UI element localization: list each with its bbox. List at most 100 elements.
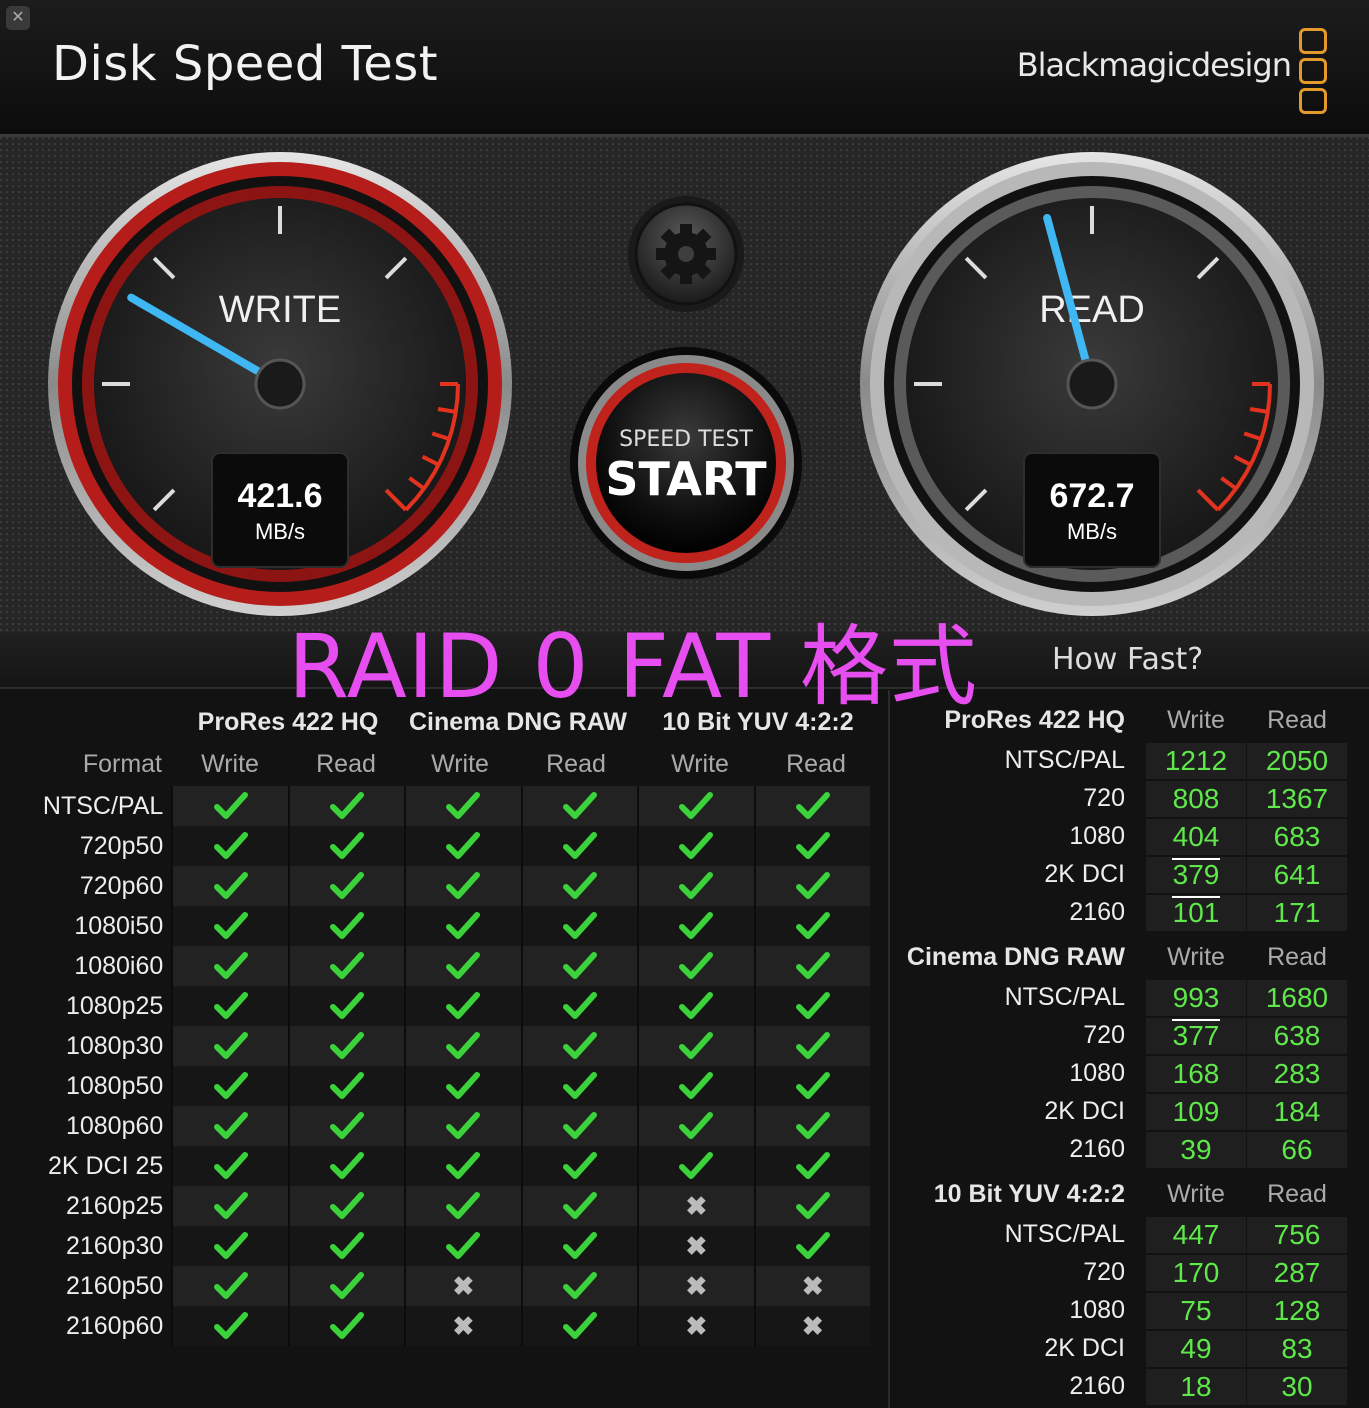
check-icon xyxy=(679,952,714,979)
table-cell xyxy=(171,1306,288,1346)
check-icon xyxy=(329,872,364,899)
table-cell xyxy=(404,1146,521,1186)
results-row-label: NTSC/PAL xyxy=(1004,746,1125,774)
results-read-value: 641 xyxy=(1247,857,1347,893)
row-format-label: 1080p50 xyxy=(65,1072,164,1100)
check-icon xyxy=(213,1192,248,1219)
subheader-write: Write xyxy=(671,750,729,778)
table-cell xyxy=(520,1226,638,1266)
row-format-label: 1080p30 xyxy=(65,1032,164,1060)
table-cell xyxy=(404,1226,521,1266)
table-cell xyxy=(753,1146,871,1186)
table-cell xyxy=(404,1106,521,1146)
check-icon xyxy=(213,872,248,899)
cross-icon: ✖ xyxy=(801,1270,824,1301)
table-cell xyxy=(520,1106,638,1146)
title-bar: ✕ Disk Speed Test Blackmagicdesign xyxy=(0,0,1369,137)
results-write-value: 404 xyxy=(1146,819,1246,855)
results-row-label: 2160 xyxy=(1069,1135,1125,1163)
check-icon xyxy=(213,792,248,819)
results-write-value: 49 xyxy=(1146,1331,1246,1367)
table-cell xyxy=(171,906,288,946)
cross-icon: ✖ xyxy=(685,1270,708,1301)
table-cell xyxy=(637,946,754,986)
results-write-value: 170 xyxy=(1146,1255,1246,1291)
results-read-value: 287 xyxy=(1247,1255,1347,1291)
table-cell xyxy=(404,906,521,946)
compatibility-table: NTSC/PAL 720p50 720p60 1080i50 1080i60 1080p2… xyxy=(16,786,871,1346)
results-write-value: 377 xyxy=(1146,1018,1246,1054)
table-cell xyxy=(287,1106,405,1146)
results-col-read: Read xyxy=(1267,706,1327,734)
results-col-write: Write xyxy=(1167,943,1225,971)
settings-gear-button[interactable] xyxy=(628,196,744,312)
row-format-label: 1080p25 xyxy=(65,992,164,1020)
results-row-label: 720 xyxy=(1083,1258,1125,1286)
table-cell xyxy=(520,1066,638,1106)
check-icon xyxy=(329,992,364,1019)
table-cell xyxy=(287,1266,405,1306)
table-cell xyxy=(404,1066,521,1106)
results-row-label: 2K DCI xyxy=(1044,1334,1125,1362)
table-cell xyxy=(637,906,754,946)
table-row: 720p50 xyxy=(16,826,871,866)
results-write-value: 808 xyxy=(1146,781,1246,817)
check-icon xyxy=(329,1312,364,1339)
results-row-label: NTSC/PAL xyxy=(1004,1220,1125,1248)
results-row-label: 720 xyxy=(1083,784,1125,812)
table-cell xyxy=(753,1226,871,1266)
check-icon xyxy=(562,992,597,1019)
table-cell xyxy=(520,866,638,906)
results-read-value: 2050 xyxy=(1247,743,1347,779)
table-cell xyxy=(637,1106,754,1146)
table-cell xyxy=(520,826,638,866)
check-icon xyxy=(329,792,364,819)
results-read-value: 1367 xyxy=(1247,781,1347,817)
check-icon xyxy=(446,1112,481,1139)
table-cell xyxy=(171,1026,288,1066)
table-cell xyxy=(404,1186,521,1226)
table-cell xyxy=(637,866,754,906)
check-icon xyxy=(562,1312,597,1339)
results-read-value: 638 xyxy=(1247,1018,1347,1054)
results-row-label: 1080 xyxy=(1069,1296,1125,1324)
table-row: 2160p60 ✖ ✖ ✖ xyxy=(16,1306,871,1346)
table-cell xyxy=(753,1066,871,1106)
close-button[interactable]: ✕ xyxy=(6,6,30,30)
how-fast-title: How Fast? xyxy=(1052,642,1204,677)
overlay-annotation: RAID 0 FAT 格式 xyxy=(288,615,979,718)
table-cell xyxy=(287,866,405,906)
results-col-read: Read xyxy=(1267,1180,1327,1208)
group-header-cinema-dng: Cinema DNG RAW xyxy=(408,708,628,736)
table-cell xyxy=(287,786,405,826)
table-cell xyxy=(404,826,521,866)
table-cell xyxy=(753,1186,871,1226)
table-cell xyxy=(637,786,754,826)
check-icon xyxy=(446,1072,481,1099)
table-row: 720p60 xyxy=(16,866,871,906)
results-row-label: 2160 xyxy=(1069,1372,1125,1400)
check-icon xyxy=(446,952,481,979)
results-write-value: 993 xyxy=(1146,980,1246,1016)
table-cell xyxy=(637,1146,754,1186)
write-speed-unit: MB/s xyxy=(255,519,305,544)
results-write-value: 109 xyxy=(1146,1094,1246,1130)
check-icon xyxy=(446,1032,481,1059)
check-icon xyxy=(446,832,481,859)
check-icon xyxy=(213,992,248,1019)
table-cell: ✖ xyxy=(637,1226,754,1266)
results-panel: ProRes 422 HQ Write Read NTSC/PAL 1212 2050 72… xyxy=(888,690,1369,1408)
gear-icon xyxy=(656,224,716,284)
check-icon xyxy=(679,872,714,899)
check-icon xyxy=(562,792,597,819)
check-icon xyxy=(795,1232,830,1259)
gauges-graphic: WRITE 421.6 MB/s SPEED TEST START READ 6… xyxy=(48,152,1324,616)
check-icon xyxy=(562,872,597,899)
results-write-value: 39 xyxy=(1146,1132,1246,1168)
table-cell xyxy=(753,906,871,946)
start-button[interactable]: SPEED TEST START xyxy=(570,347,802,579)
results-read-value: 66 xyxy=(1247,1132,1347,1168)
check-icon xyxy=(795,1192,830,1219)
table-cell xyxy=(520,906,638,946)
table-cell xyxy=(171,946,288,986)
